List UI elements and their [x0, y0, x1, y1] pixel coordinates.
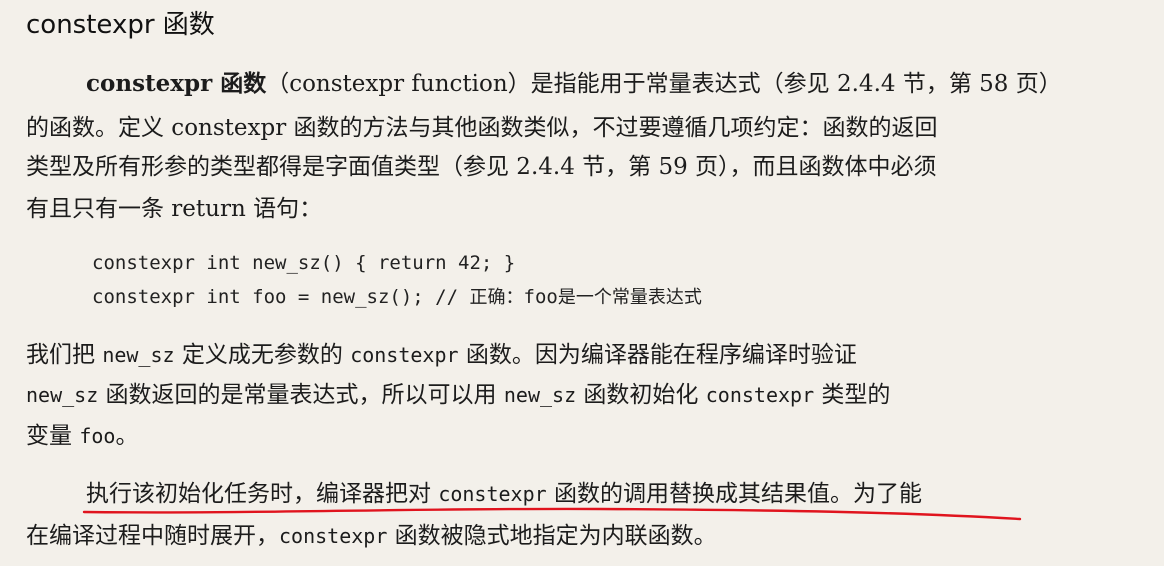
para3-text: 函数被隐式地指定为内联函数。 [387, 523, 717, 549]
term-constexpr-function: constexpr 函数 [86, 70, 267, 97]
inline-code-constexpr: constexpr [438, 482, 547, 506]
para2-line2: new_sz 函数返回的是常量表达式，所以可以用 new_sz 函数初始化 co… [26, 380, 890, 410]
code-comment-end: 是一个常量表达式 [557, 287, 702, 308]
para2-text: 变量 [26, 423, 80, 449]
para2-text: 函数返回的是常量表达式，所以可以用 [98, 382, 504, 408]
inline-code-constexpr: constexpr [705, 383, 815, 407]
para1-line4: 有且只有一条 return 语句： [26, 196, 323, 222]
inline-code-new_sz: new_sz [102, 343, 175, 367]
inline-code-new_sz: new_sz [26, 383, 99, 407]
para1-line1: constexpr 函数（constexpr function）是指能用于常量表… [86, 69, 1062, 99]
para2-text: 我们把 [26, 342, 103, 368]
inline-code-constexpr: constexpr [350, 343, 459, 367]
para3-line1: 执行该初始化任务时，编译器把对 constexpr 函数的调用替换成其结果值。为… [86, 479, 922, 509]
para3-text: 在编译过程中随时展开， [26, 523, 279, 549]
para1-line1-text: （constexpr function）是指能用于常量表达式（参见 2.4.4 … [266, 71, 1062, 97]
para3-text: 函数的调用替换成其结果值。为了能 [546, 481, 922, 507]
para1-line2: 的函数。定义 constexpr 函数的方法与其他函数类似，不过要遵循几项约定：… [26, 115, 938, 141]
code-line-2: constexpr int foo = new_sz(); // 正确：foo是… [92, 283, 702, 312]
para2-line1: 我们把 new_sz 定义成无参数的 constexpr 函数。因为编译器能在程… [26, 340, 857, 370]
inline-code-new_sz: new_sz [503, 383, 577, 407]
para1-line3: 类型及所有形参的类型都得是字面值类型（参见 2.4.4 节，第 59 页），而且… [26, 154, 937, 180]
para2-text: 类型的 [814, 382, 891, 408]
code-comment: 正确： [469, 287, 524, 308]
para3-text: 执行该初始化任务时，编译器把对 [86, 481, 439, 507]
code-line-1: constexpr int new_sz() { return 42; } [92, 252, 516, 274]
para2-text: 函数。因为编译器能在程序编译时验证 [458, 342, 857, 368]
para2-text: 定义成无参数的 [174, 342, 351, 368]
para2-text: 函数初始化 [576, 382, 706, 408]
section-heading: constexpr 函数 [26, 10, 215, 40]
book-page: constexpr 函数 constexpr 函数（constexpr func… [0, 0, 1164, 566]
inline-code-foo: foo [79, 424, 116, 448]
para2-line3: 变量 foo。 [26, 421, 138, 451]
code-line-2-code: constexpr int foo = new_sz(); // [92, 286, 470, 308]
para2-text: 。 [115, 423, 139, 449]
inline-code-constexpr: constexpr [279, 524, 388, 548]
code-comment-code: foo [523, 286, 558, 308]
para3-line2: 在编译过程中随时展开，constexpr 函数被隐式地指定为内联函数。 [26, 521, 717, 551]
